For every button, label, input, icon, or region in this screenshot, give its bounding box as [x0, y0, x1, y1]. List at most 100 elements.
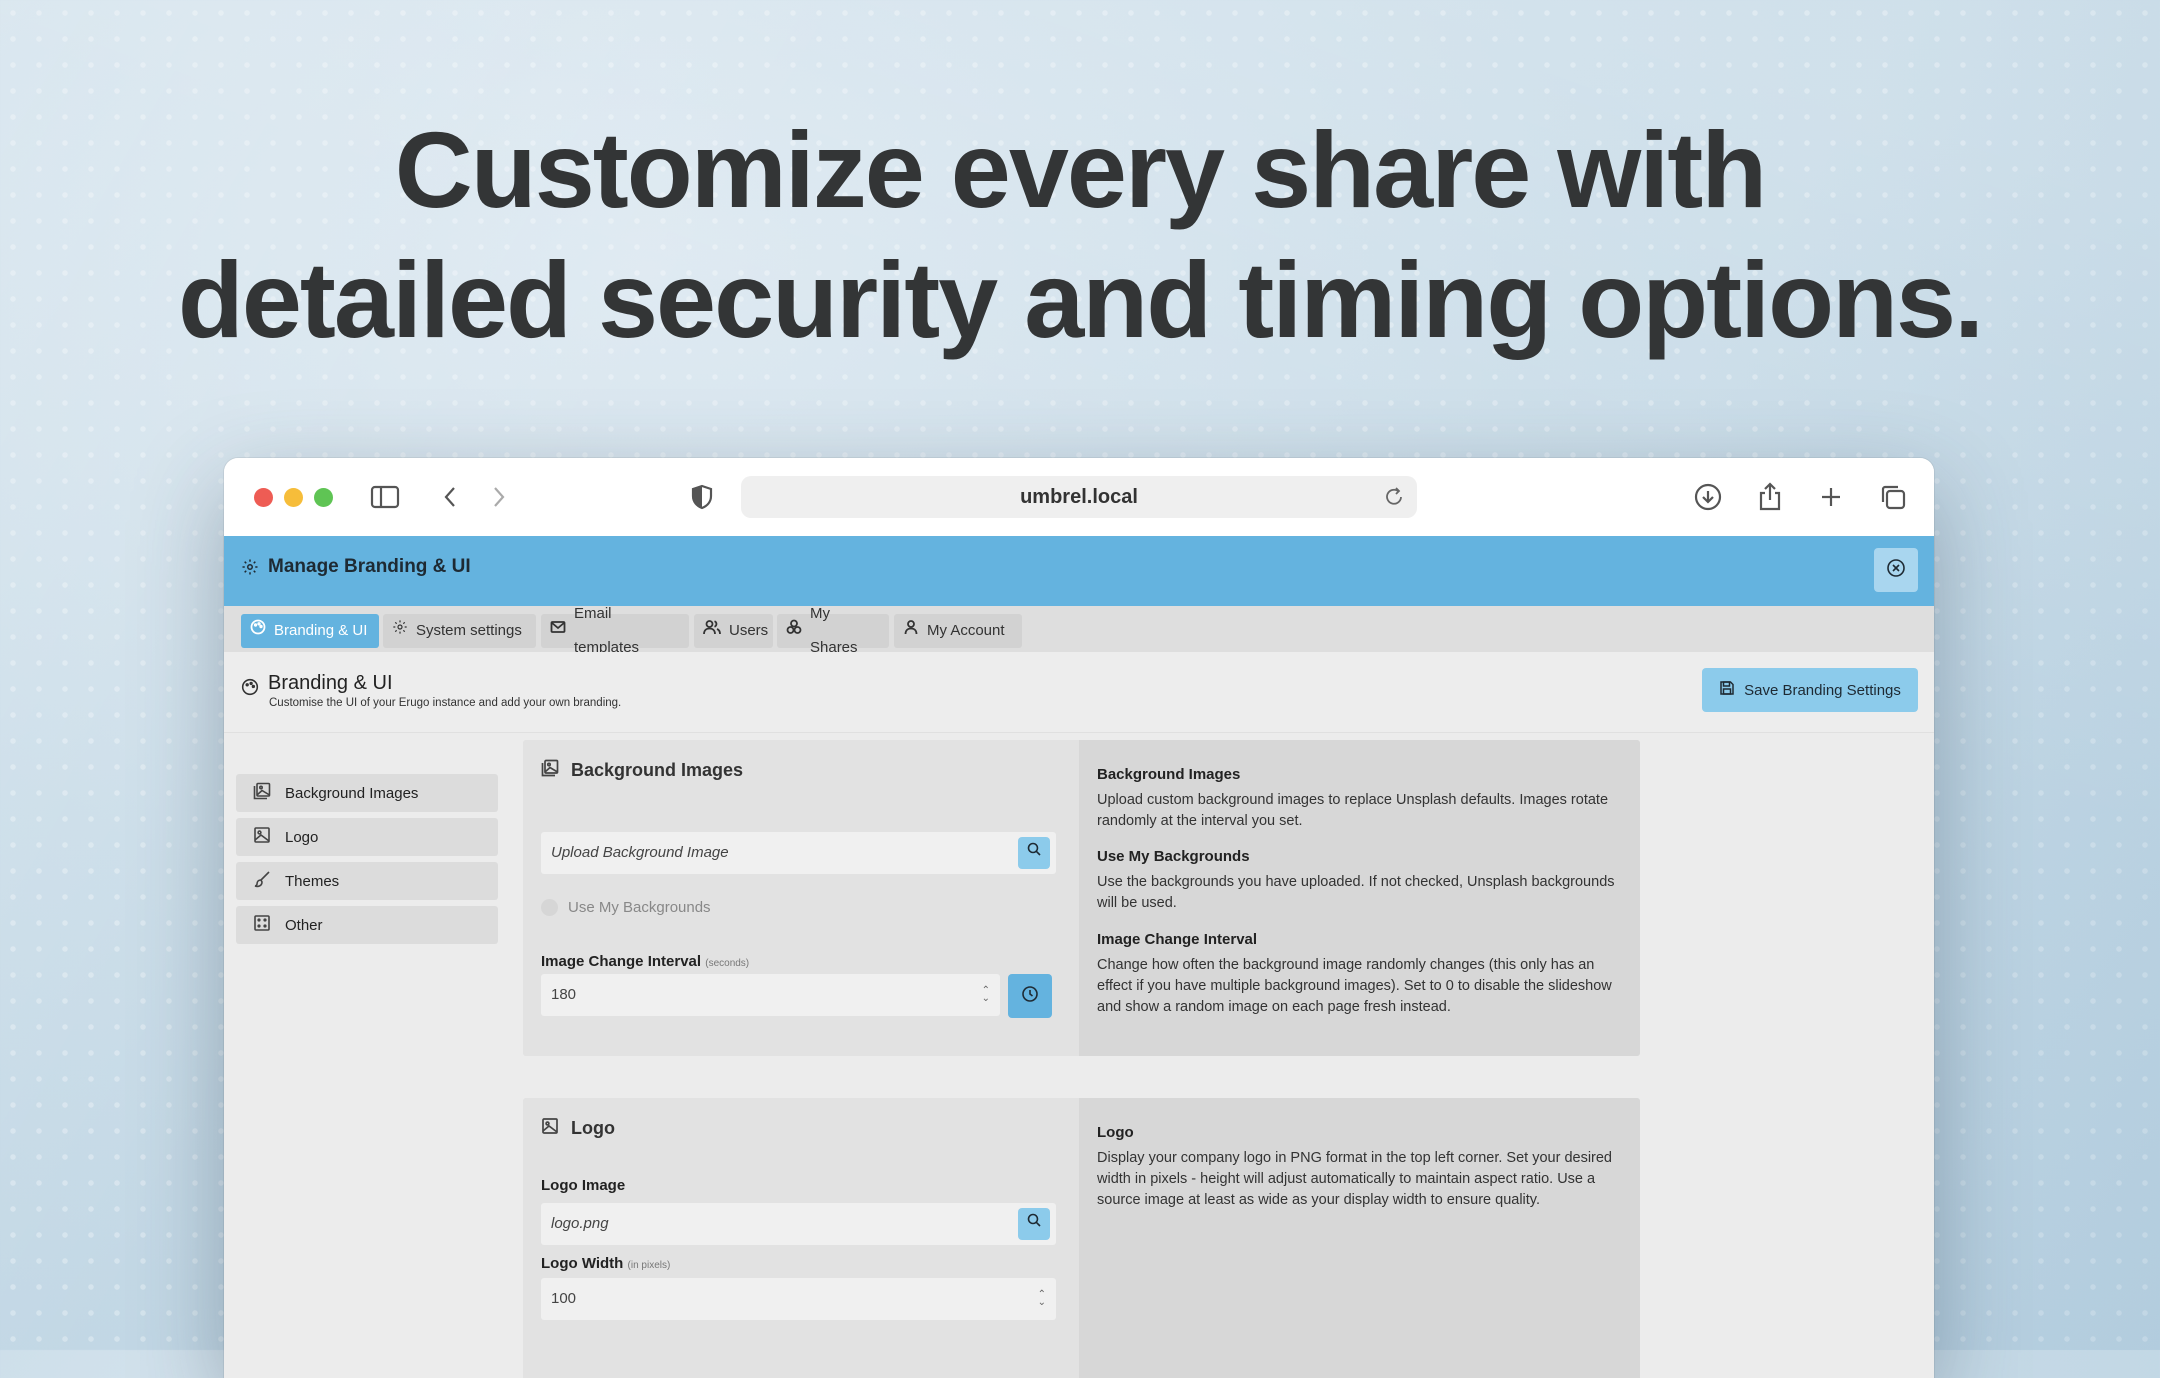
nav-background-images[interactable]: Background Images: [236, 774, 498, 812]
close-panel-button[interactable]: [1874, 548, 1918, 592]
user-icon: [903, 614, 919, 648]
tab-users[interactable]: Users: [694, 614, 773, 648]
help-heading: Use My Backgrounds: [1097, 848, 1250, 865]
images-icon: [253, 782, 271, 804]
tabs-overview-icon[interactable]: [1876, 480, 1910, 514]
image-icon: [541, 1117, 559, 1140]
card-title-text: Background Images: [571, 760, 744, 780]
logo-image-input[interactable]: logo.png: [541, 1203, 1056, 1245]
browser-window: umbrel.local Manage Branding & UI Brandi…: [224, 458, 1934, 1378]
number-stepper-icon[interactable]: ⌃ ⌄: [1038, 1290, 1046, 1308]
reload-icon[interactable]: [1381, 480, 1409, 529]
logo-form: Logo Logo Image logo.png Logo Width (in …: [523, 1098, 1079, 1378]
page-title: Branding & UI: [268, 672, 393, 694]
save-branding-button[interactable]: Save Branding Settings: [1702, 668, 1918, 712]
app-header-title: Manage Branding & UI: [268, 556, 471, 577]
nav-label: Other: [285, 916, 323, 934]
images-icon: [541, 759, 559, 782]
tab-email-templates[interactable]: Email templates: [541, 605, 689, 656]
help-text: Upload custom background images to repla…: [1097, 792, 1609, 829]
interval-clock-button[interactable]: [1008, 974, 1052, 1018]
sidebar-icon[interactable]: [368, 480, 402, 514]
save-button-label: Save Branding Settings: [1744, 681, 1901, 699]
logo-width-label: Logo Width (in pixels): [541, 1255, 670, 1272]
tab-label: My Account: [927, 622, 1005, 639]
tab-system-settings[interactable]: System settings: [383, 614, 536, 648]
minimize-window-button[interactable]: [284, 488, 303, 507]
interval-label: Image Change Interval (seconds): [541, 953, 749, 970]
logo-width-label-text: Logo Width: [541, 1255, 624, 1272]
logo-image-label: Logo Image: [541, 1177, 626, 1194]
section-nav: Background Images Logo Themes Other: [236, 774, 498, 950]
card-title: Background Images: [541, 759, 743, 782]
logo-width-unit: (in pixels): [627, 1260, 671, 1271]
logo-help: Logo Display your company logo in PNG fo…: [1079, 1098, 1640, 1378]
use-my-backgrounds-checkbox[interactable]: [541, 899, 558, 916]
download-icon[interactable]: [1691, 480, 1725, 514]
nav-other[interactable]: Other: [236, 906, 498, 944]
tab-my-account[interactable]: My Account: [894, 614, 1022, 648]
search-icon: [1026, 832, 1042, 874]
zoom-window-button[interactable]: [314, 488, 333, 507]
browse-background-button[interactable]: [1018, 837, 1050, 869]
nav-label: Background Images: [285, 784, 419, 802]
address-bar[interactable]: umbrel.local: [741, 476, 1417, 518]
shield-icon[interactable]: [685, 480, 719, 514]
settings-tabs: Branding & UI System settings Email temp…: [224, 605, 1934, 656]
use-my-backgrounds-label: Use My Backgrounds: [568, 899, 711, 916]
tab-label: Branding & UI: [274, 622, 368, 639]
background-images-help: Background Images Upload custom backgrou…: [1079, 740, 1640, 1056]
back-icon[interactable]: [433, 480, 467, 514]
browser-toolbar: umbrel.local: [224, 458, 1934, 537]
number-stepper-icon[interactable]: ⌃ ⌄: [982, 986, 990, 1004]
help-heading: Logo: [1097, 1124, 1134, 1141]
url-text: umbrel.local: [1020, 486, 1138, 508]
interval-unit: (seconds): [705, 958, 750, 969]
background-images-form: Background Images Upload Background Imag…: [523, 740, 1079, 1056]
interval-input[interactable]: 180 ⌃ ⌄: [541, 974, 1000, 1016]
page-header: Branding & UI Customise the UI of your E…: [224, 652, 1934, 733]
save-icon: [1719, 680, 1735, 700]
nav-themes[interactable]: Themes: [236, 862, 498, 900]
grid-icon: [253, 914, 271, 936]
forward-icon[interactable]: [482, 480, 516, 514]
tab-label: System settings: [416, 622, 522, 639]
palette-icon: [250, 614, 266, 648]
close-window-button[interactable]: [254, 488, 273, 507]
brush-icon: [253, 870, 271, 892]
tab-my-shares[interactable]: My Shares: [777, 605, 889, 656]
users-icon: [703, 614, 721, 648]
search-icon: [1026, 1203, 1042, 1245]
mail-icon: [550, 614, 566, 648]
logo-width-input[interactable]: 100 ⌃ ⌄: [541, 1278, 1056, 1320]
tab-label: Users: [729, 622, 769, 639]
image-icon: [253, 826, 271, 848]
share-nodes-icon: [786, 614, 802, 648]
palette-icon: [241, 678, 259, 701]
interval-value: 180: [551, 986, 577, 1003]
help-heading: Background Images: [1097, 766, 1241, 783]
headline-line-1: Customize every share with: [394, 109, 1768, 230]
browse-logo-button[interactable]: [1018, 1208, 1050, 1240]
upload-background-input[interactable]: Upload Background Image: [541, 832, 1056, 874]
gear-icon: [241, 558, 259, 581]
use-my-backgrounds-row: Use My Backgrounds: [541, 899, 711, 916]
clock-icon: [1021, 985, 1039, 1008]
tab-branding-ui[interactable]: Branding & UI: [241, 614, 379, 648]
page-subtitle: Customise the UI of your Erugo instance …: [269, 697, 622, 709]
new-tab-icon[interactable]: [1814, 480, 1848, 514]
help-heading: Image Change Interval: [1097, 931, 1258, 948]
card-title-text: Logo: [571, 1118, 615, 1138]
close-circle-icon: [1886, 558, 1906, 583]
logo-card: Logo Logo Image logo.png Logo Width (in …: [523, 1098, 1640, 1378]
nav-label: Themes: [285, 872, 340, 890]
nav-logo[interactable]: Logo: [236, 818, 498, 856]
background-images-card: Background Images Upload Background Imag…: [523, 740, 1640, 1056]
help-text: Display your company logo in PNG format …: [1097, 1150, 1612, 1208]
upload-placeholder: Upload Background Image: [551, 844, 729, 861]
logo-width-value: 100: [551, 1290, 577, 1307]
help-text: Change how often the background image ra…: [1097, 957, 1612, 1015]
app-header: Manage Branding & UI: [224, 536, 1934, 606]
logo-image-value: logo.png: [551, 1215, 609, 1232]
share-icon[interactable]: [1753, 480, 1787, 514]
